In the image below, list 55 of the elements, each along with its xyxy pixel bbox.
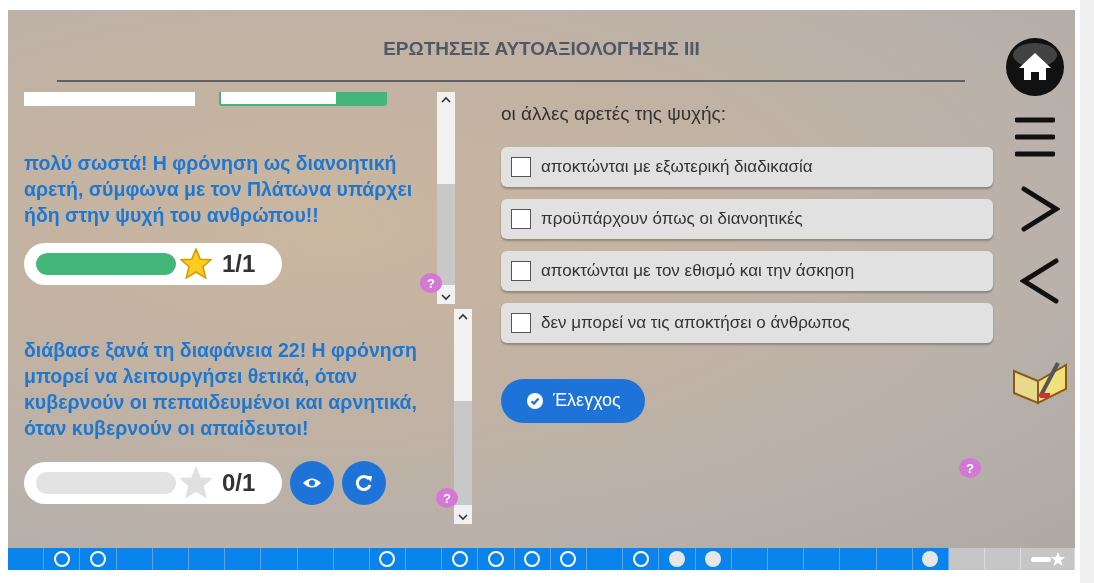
completed-dot — [705, 551, 722, 567]
question-text: οι άλλες αρετές της ψυχής: — [501, 102, 728, 126]
progress-segment[interactable] — [80, 548, 117, 570]
goal-star-icon — [1030, 552, 1065, 566]
previous-icon[interactable] — [1020, 257, 1060, 305]
scrollbar[interactable] — [454, 309, 472, 524]
progress-segment[interactable] — [659, 548, 696, 570]
pending-dot — [53, 551, 70, 567]
check-circle-icon — [527, 392, 543, 409]
answer-option[interactable]: αποκτώνται με τον εθισμό και την άσκηση — [501, 250, 993, 291]
progress-segment[interactable] — [369, 548, 407, 570]
answer-option[interactable]: αποκτώνται με εξωτερική διαδικασία — [501, 146, 993, 187]
input-field[interactable] — [24, 92, 195, 106]
pending-dot — [524, 551, 541, 567]
scroll-down-icon[interactable] — [441, 293, 451, 301]
completed-dot — [922, 551, 939, 567]
checkbox[interactable] — [511, 260, 531, 281]
progress-segment[interactable] — [478, 548, 515, 570]
retry-icon — [355, 474, 373, 492]
pending-dot — [89, 551, 106, 567]
score-text: 0/1 — [222, 468, 256, 498]
progress-segment[interactable] — [44, 548, 81, 570]
next-icon[interactable] — [1020, 185, 1060, 233]
pending-dot — [379, 551, 396, 567]
pending-dot — [632, 551, 649, 567]
answer-option[interactable]: προϋπάρχουν όπως οι διανοητικές — [501, 198, 993, 239]
progress-segment[interactable] — [623, 548, 660, 570]
home-icon[interactable] — [1005, 37, 1065, 97]
feedback-text: πολύ σωστά! Η φρόνηση ως διανοητική αρετή, σύμφωνα με τον Πλάτωνα υπάρχει ήδη στην ψυχή του ανθρώπου!! — [24, 151, 414, 228]
check-button[interactable]: Έλεγχος — [501, 378, 645, 423]
progress-segment[interactable] — [695, 548, 732, 570]
pending-dot — [488, 551, 505, 567]
scroll-up-icon[interactable] — [458, 313, 468, 321]
pending-dot — [451, 551, 468, 567]
show-answer-button[interactable] — [290, 461, 334, 505]
scroll-down-icon[interactable] — [458, 513, 468, 521]
progress-segment[interactable] — [550, 548, 587, 570]
eye-icon — [302, 477, 322, 489]
slide-title: ΕΡΩΤΗΣΕΙΣ ΑΥΤΟΑΞΙΟΛΟΓΗΣΗΣ ΙΙΙ — [383, 37, 700, 61]
pending-dot — [560, 551, 577, 567]
checkbox[interactable] — [511, 156, 531, 177]
feedback-text: διάβασε ξανά τη διαφάνεια 22! Η φρόνηση μπορεί να λειτουργήσει θετικά, όταν κυβερνούν οι πεπαιδευμένοι και αρνητικά, όταν κυβερνούν οι απαίδευτοι! — [24, 338, 418, 441]
scrollbar[interactable] — [437, 92, 455, 304]
answer-option[interactable]: δεν μπορεί να τις αποκτήσει ο άνθρωπος — [501, 302, 993, 343]
input-field[interactable] — [219, 92, 387, 106]
checkbox[interactable] — [511, 208, 531, 229]
progress-segment[interactable] — [912, 548, 949, 570]
scroll-up-icon[interactable] — [441, 96, 451, 104]
progress-segment[interactable] — [514, 548, 551, 570]
checkbox[interactable] — [511, 312, 531, 333]
retry-button[interactable] — [342, 461, 386, 505]
score-text: 1/1 — [222, 249, 256, 279]
progress-segment[interactable] — [442, 548, 479, 570]
completed-dot — [668, 551, 685, 567]
menu-icon[interactable] — [1015, 115, 1055, 159]
